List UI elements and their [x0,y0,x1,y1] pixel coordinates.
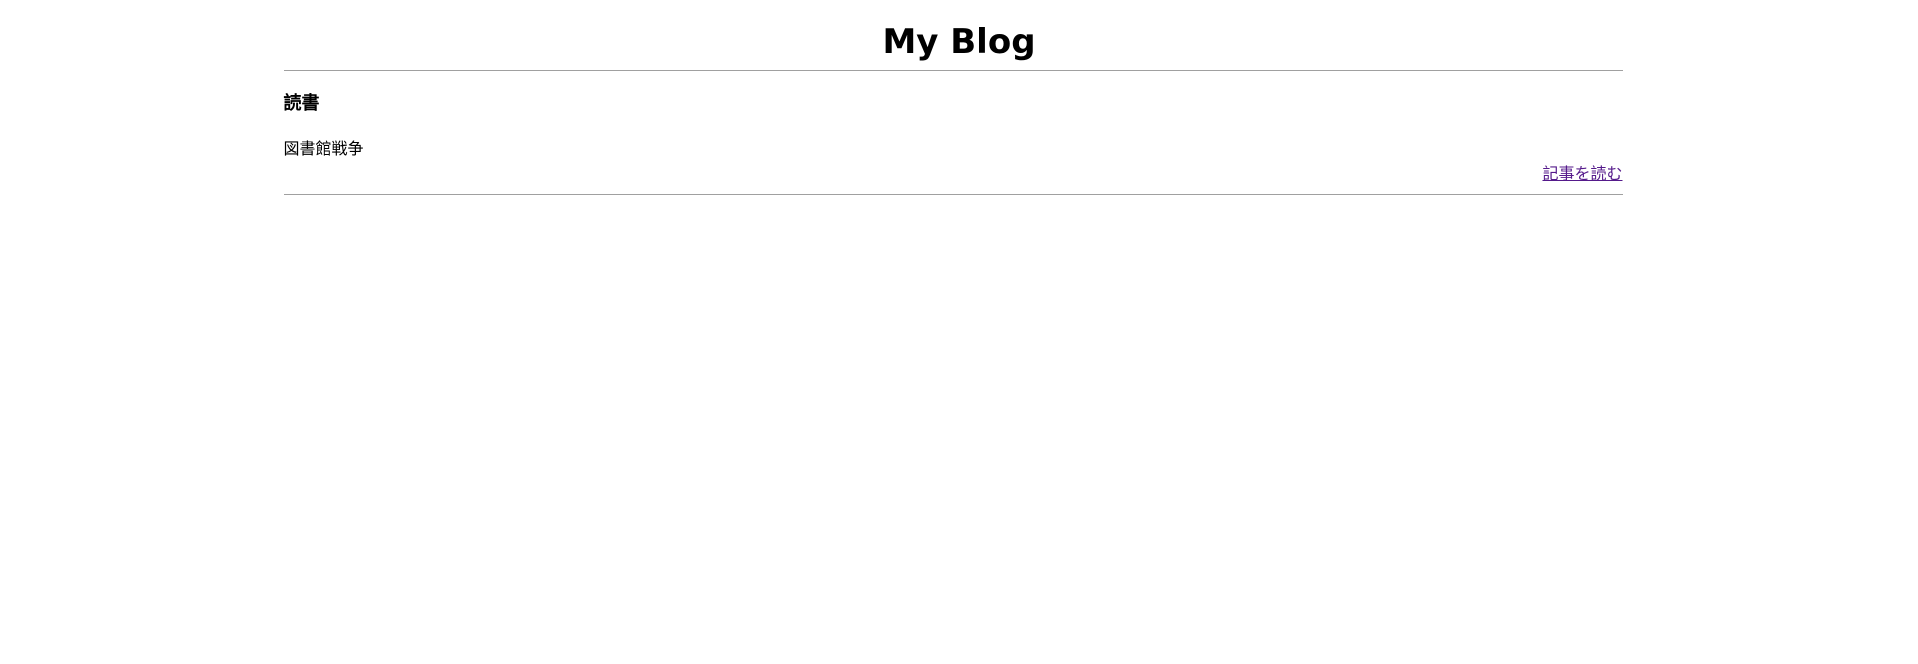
main-content: 読書 図書館戦争 記事を読む [283,70,1623,195]
post-category: 読書 [283,93,320,114]
read-more-row: 記事を読む [284,164,1622,184]
read-more-link[interactable]: 記事を読む [1542,164,1622,183]
post-entry: 読書 図書館戦争 記事を読む [284,71,1623,194]
bottom-divider [283,194,1623,195]
site-title: My Blog [882,22,1036,62]
post-title: 図書館戦争 [283,139,364,158]
site-header: My Blog [0,0,1918,70]
